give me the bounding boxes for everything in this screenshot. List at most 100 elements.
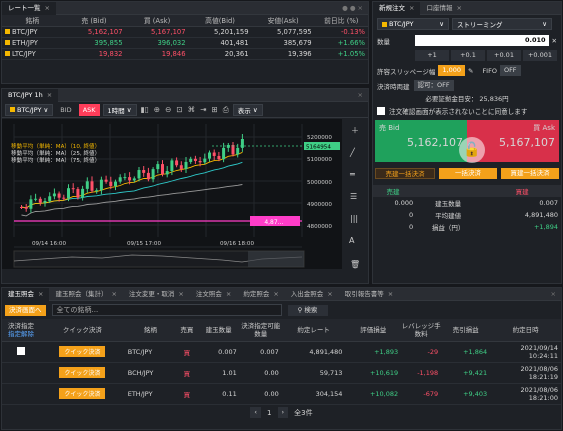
col-header[interactable]: 決済指定可能数量 [239,319,282,342]
ask-label: 買 Ask [533,124,555,132]
indicator-icon[interactable]: ⌘ [187,105,197,114]
sell-bulk-settle-button[interactable]: 売建一括決済 [375,168,435,179]
col-header[interactable]: 約定日時 [490,319,561,342]
col-header[interactable]: 約定レート [281,319,346,342]
close-icon[interactable]: × [456,4,461,12]
tab-positions-summary[interactable]: 建玉照会（集計） × [49,288,122,301]
rate-row[interactable]: BTC/JPY 5,162,107 5,167,107 5,201,159 5,077,… [2,26,368,38]
search-button[interactable]: ⚲ 検索 [287,304,328,316]
quick-settle-button[interactable]: クイック決済 [59,388,106,399]
prev-page-icon[interactable]: ‹ [250,407,262,418]
tab-label: 取引報告書等 [344,289,384,298]
col-header[interactable]: レバレッジ手数料 [401,319,442,342]
window-controls-icon[interactable]: ● ● × [342,4,368,12]
fib-tool-icon[interactable]: ☰ [350,192,357,201]
tab-account-info[interactable]: 口座情報 × [420,2,467,15]
tab-order-modify[interactable]: 注文変更・取消 × [123,288,190,301]
settle-screen-button[interactable]: 決済画面へ [5,304,46,316]
cursor-tool-icon[interactable]: ＋ [351,126,359,135]
interval-select[interactable]: 1時間 ∨ [102,103,137,116]
col-header[interactable]: 評価損益 [345,319,402,342]
text-tool-icon[interactable]: A [349,236,355,245]
bid[interactable]: 395,855 [62,37,126,49]
qty-step-button[interactable]: +0.01 [487,50,521,61]
layout-icon[interactable]: ⊞ [210,105,218,114]
trendline-tool-icon[interactable]: ╱ [349,147,356,157]
bid[interactable]: 19,832 [62,48,126,60]
panel-close-icon[interactable]: × [551,290,561,298]
tab-rate-list[interactable]: レート一覧 × [2,2,56,15]
ask[interactable]: 5,167,107 [125,26,189,38]
side: 買 [176,341,198,363]
chart-type-icon[interactable]: ▮▯ [140,105,150,114]
tab-executions[interactable]: 約定照会 × [237,288,284,301]
next-page-icon[interactable]: › [277,407,289,418]
qty-step-button[interactable]: +1 [415,50,449,61]
col-header[interactable]: 売引損益 [441,319,491,342]
tab-new-order[interactable]: 新規注文 × [373,2,421,15]
quick-settle-button[interactable]: クイック決済 [59,367,106,378]
buy-bulk-settle-button[interactable]: 買建一括決済 [501,168,559,179]
chart-symbol-select[interactable]: BTC/JPY ∨ [5,103,54,116]
tab-positions[interactable]: 建玉照会 × [2,288,50,301]
bid[interactable]: 5,162,107 [62,26,126,38]
clear-selection-link[interactable]: 指定解除 [2,330,40,338]
order-symbol-select[interactable]: BTC/JPY ∨ [377,18,449,30]
tab-reports[interactable]: 取引報告書等 × [339,288,399,301]
row-checkbox[interactable] [17,346,25,355]
settle-toggle[interactable]: 認可：OFF [413,80,454,91]
close-icon[interactable]: × [47,91,52,99]
close-icon[interactable]: × [409,4,414,12]
bid-button[interactable]: BID [56,104,75,116]
sell-bid-button[interactable]: 売 Bid 5,162,107 [375,120,467,162]
tab-deposits[interactable]: 入出金照会 × [285,288,339,301]
rate-row[interactable]: LTC/JPY 19,832 19,846 20,361 19,396 +1.05% [2,48,368,60]
candle [175,160,179,166]
high: 401,481 [188,37,252,49]
table-row[interactable]: クイック決済 BTC/JPY 買 0.007 0.007 4,891,480 +1,893-… [2,341,561,363]
channel-tool-icon[interactable]: ||| [350,214,358,223]
qty-step-button[interactable]: +0.1 [451,50,485,61]
price-chart[interactable]: 4,87… 移動平均（単純：MA）（10, 終値） 移動平均（単純：MA）（25… [2,119,368,283]
order-mode-select[interactable]: ストリーミング ∨ [452,18,552,30]
navigator-window[interactable] [248,251,304,267]
zoom-in-icon[interactable]: ⊕ [153,105,161,114]
rate-row[interactable]: ETH/JPY 395,855 396,032 401,481 385,679 +1.66… [2,37,368,49]
tab-chart[interactable]: BTC/JPY 1h × [2,89,59,102]
bulk-settle-button[interactable]: 一括決済 [439,168,497,179]
lock-icon[interactable]: 🔓 [459,137,485,163]
ask[interactable]: 396,032 [125,37,189,49]
ask[interactable]: 19,846 [125,48,189,60]
fifo-toggle[interactable]: OFF [499,65,521,76]
hline-tool-icon[interactable]: ═ [349,170,355,179]
candle [137,170,141,179]
symbol-filter-input[interactable]: 全ての銘柄... [51,304,282,316]
screenshot-icon[interactable]: ⎙ [222,105,230,115]
qty-clear-icon[interactable]: ✕ [549,37,557,45]
jump-latest-icon[interactable]: ⇥ [199,105,207,114]
table-row[interactable]: クイック決済 BCH/JPY 買 1.01 0.00 59,713 +10,619 -1,19… [2,362,561,384]
time-axis: 09/14 16:00 09/15 17:00 09/16 18:00 [32,241,254,247]
ask-button[interactable]: ASK [78,103,100,116]
tab-orders[interactable]: 注文照会 × [190,288,237,301]
display-select[interactable]: 表示 ∨ [232,103,263,116]
edit-icon[interactable]: ✎ [468,67,473,75]
qty-input[interactable]: 0.010 [415,35,549,46]
table-row[interactable]: クイック決済 ETH/JPY 買 0.11 0.00 304,154 +10,082 -679… [2,383,561,405]
col-header: 前日比 (%) [314,15,368,27]
slippage-input[interactable]: 1,000 [438,65,465,76]
tab-label: BTC/JPY 1h [8,90,43,99]
confirm-checkbox[interactable] [377,106,385,115]
qty-step-button[interactable]: +0.001 [523,50,557,61]
candle [165,171,169,175]
symbol: BTC/JPY [389,20,414,28]
close-icon[interactable]: × [45,4,50,12]
col-header[interactable]: 建玉数量 [197,319,240,342]
col-header[interactable]: 銘柄 [124,319,177,342]
col-header[interactable]: 売買 [176,319,198,342]
quick-settle-button[interactable]: クイック決済 [59,346,106,357]
fit-icon[interactable]: ⊡ [175,105,183,114]
panel-close-icon[interactable]: × [358,91,368,99]
trash-icon[interactable]: 🗑 [350,260,360,269]
zoom-out-icon[interactable]: ⊖ [164,105,172,114]
